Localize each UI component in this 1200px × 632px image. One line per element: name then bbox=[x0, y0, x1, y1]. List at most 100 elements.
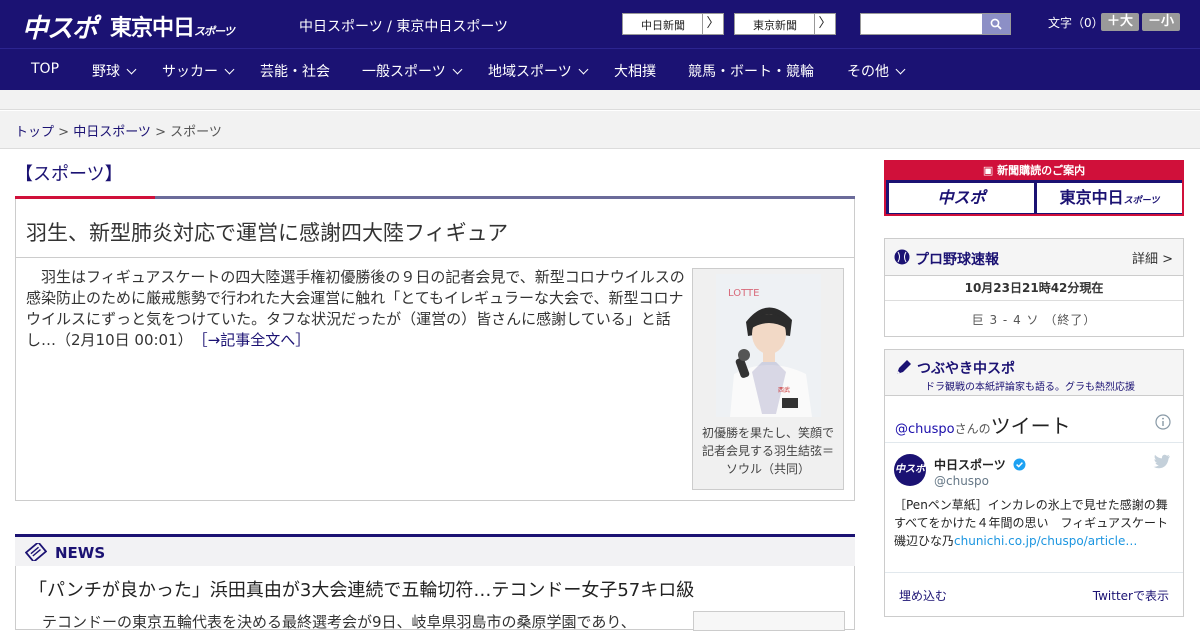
newspaper-icon: ▣ bbox=[982, 164, 998, 177]
score-timestamp: 10月23日21時42分現在 bbox=[964, 281, 1104, 295]
nav-item-general-sports[interactable]: 一般スポーツ bbox=[362, 61, 463, 81]
subscribe-chuspo-button[interactable]: 中スポ bbox=[889, 183, 1034, 213]
article-summary: 羽生はフィギュアスケートの四大陸選手権初優勝後の９日の記者会見で、新型コロナウイ… bbox=[26, 267, 686, 351]
tweet-text: ［Penペン草紙］インカレの氷上で見せた感謝の舞 すべてをかけた４年間の思い フ… bbox=[894, 496, 1180, 550]
avatar[interactable]: 中スポ bbox=[894, 454, 926, 486]
divider bbox=[885, 572, 1183, 573]
pen-icon bbox=[897, 360, 911, 374]
subscription-banner-label: 新聞購読のご案内 bbox=[997, 164, 1086, 177]
nav-item-label: 競馬・ボート・競輪 bbox=[688, 64, 814, 80]
divider bbox=[885, 442, 1183, 443]
top-header: 中スポ 東京中日スポーツ 中日スポーツ / 東京中日スポーツ 中日新聞 〉 東京… bbox=[0, 0, 1200, 48]
nav-item-sumo[interactable]: 大相撲 bbox=[614, 61, 656, 81]
baseball-scoreboard: プロ野球速報 詳細 > 10月23日21時42分現在 巨 3 - 4 ソ （終了… bbox=[884, 238, 1184, 337]
chevron-down-icon bbox=[452, 64, 463, 75]
news-list: 「パンチが良かった」浜田真由が3大会連続で五輪切符…テコンドー女子57キロ級 テ… bbox=[15, 566, 855, 631]
game-score[interactable]: 巨 3 - 4 ソ （終了） bbox=[885, 311, 1183, 328]
view-on-twitter-link[interactable]: Twitterで表示 bbox=[1093, 587, 1169, 604]
nav-item-label: サッカー bbox=[162, 64, 218, 80]
nav-item-racing[interactable]: 競馬・ボート・競輪 bbox=[688, 61, 814, 81]
news-label: NEWS bbox=[55, 544, 106, 562]
article-title[interactable]: 羽生、新型肺炎対応で運営に感謝四大陸フィギュア bbox=[26, 217, 508, 247]
verified-badge-icon bbox=[1013, 458, 1026, 471]
news-item-thumbnail[interactable] bbox=[693, 611, 845, 631]
nav-item-label: 地域スポーツ bbox=[488, 64, 572, 80]
search-input[interactable] bbox=[860, 13, 1011, 35]
nav-item-baseball[interactable]: 野球 bbox=[92, 61, 137, 81]
twitter-widget: つぶやき中スポ ドラ観戦の本紙評論家も語る。グラも熱烈応援 @chuspoさんの… bbox=[884, 349, 1184, 617]
breadcrumb-chunichi[interactable]: 中日スポーツ bbox=[73, 125, 151, 140]
chevron-right-icon: 〉 bbox=[702, 14, 723, 34]
main-nav: TOP 野球 サッカー 芸能・社会 一般スポーツ 地域スポーツ 大相撲 競馬・ボ… bbox=[0, 48, 1200, 90]
tweet-author-handle[interactable]: @chuspo bbox=[934, 474, 989, 488]
article-photo[interactable]: LOTTE 西武 bbox=[716, 274, 821, 417]
skater-photo-icon: LOTTE 西武 bbox=[716, 274, 821, 417]
twitter-widget-header: つぶやき中スポ ドラ観戦の本紙評論家も語る。グラも熱烈応援 bbox=[885, 350, 1183, 396]
twitter-handle-link[interactable]: @chuspo bbox=[895, 422, 955, 437]
font-size-label: 文字（0） bbox=[1048, 16, 1104, 30]
news-item-title[interactable]: 「パンチが良かった」浜田真由が3大会連続で五輪切符…テコンドー女子57キロ級 bbox=[29, 576, 694, 602]
news-section-header: NEWS bbox=[15, 534, 855, 566]
tokyo-chunichi-logo-text: 東京中日 bbox=[110, 16, 195, 41]
section-title: 【スポーツ】 bbox=[15, 164, 123, 185]
twitter-bird-icon[interactable] bbox=[1153, 454, 1171, 469]
font-larger-button[interactable]: ＋大 bbox=[1101, 13, 1139, 31]
info-icon[interactable] bbox=[1155, 414, 1171, 430]
baseball-scoreboard-header: プロ野球速報 詳細 > bbox=[885, 239, 1183, 276]
nav-item-top[interactable]: TOP bbox=[31, 61, 59, 77]
breadcrumb-separator: > bbox=[54, 125, 74, 140]
nav-item-label: その他 bbox=[847, 64, 889, 80]
read-more-link[interactable]: ［→記事全文へ］ bbox=[200, 331, 310, 349]
tokyo-chunichi-logo-small: スポーツ bbox=[194, 25, 235, 38]
chunichi-shimbun-label: 中日新聞 bbox=[641, 19, 685, 32]
header-gap bbox=[0, 90, 1200, 110]
tokyo-shimbun-button[interactable]: 東京新聞 〉 bbox=[734, 13, 836, 35]
breadcrumb-current: スポーツ bbox=[170, 125, 222, 140]
site-title[interactable]: 中日スポーツ / 東京中日スポーツ bbox=[299, 16, 508, 36]
nav-item-label: TOP bbox=[31, 61, 60, 77]
chevron-down-icon bbox=[224, 64, 235, 75]
subscribe-tokyo-chunichi-button[interactable]: 東京中日スポーツ bbox=[1037, 183, 1182, 213]
subscription-banner[interactable]: ▣ 新聞購読のご案内 中スポ 東京中日スポーツ bbox=[884, 160, 1184, 216]
nav-item-local-sports[interactable]: 地域スポーツ bbox=[488, 61, 589, 81]
tokyo-chunichi-logo[interactable]: 東京中日スポーツ bbox=[110, 10, 235, 42]
tweets-by-heading: @chuspoさんのツイート bbox=[895, 410, 1071, 439]
breadcrumb-top[interactable]: トップ bbox=[15, 125, 54, 140]
top-article: 羽生、新型肺炎対応で運営に感謝四大陸フィギュア 羽生はフィギュアスケートの四大陸… bbox=[15, 199, 855, 501]
breadcrumb: トップ > 中日スポーツ > スポーツ bbox=[15, 121, 222, 140]
tokyo-shimbun-label: 東京新聞 bbox=[753, 19, 797, 32]
newspaper-icon bbox=[25, 543, 47, 561]
font-smaller-button[interactable]: －小 bbox=[1142, 13, 1180, 31]
svg-text:西武: 西武 bbox=[778, 386, 790, 394]
nav-item-soccer[interactable]: サッカー bbox=[162, 61, 235, 81]
article-header: 羽生、新型肺炎対応で運営に感謝四大陸フィギュア bbox=[16, 199, 854, 258]
scoreboard-detail-link[interactable]: 詳細 > bbox=[1132, 248, 1173, 267]
tweets-label: ツイート bbox=[990, 414, 1071, 438]
breadcrumb-separator: > bbox=[150, 125, 171, 140]
article-body: 羽生はフィギュアスケートの四大陸選手権初優勝後の９日の記者会見で、新型コロナウイ… bbox=[26, 268, 685, 349]
nav-item-other[interactable]: その他 bbox=[847, 61, 906, 81]
search-button[interactable] bbox=[982, 14, 1010, 34]
chevron-right-icon: 〉 bbox=[814, 14, 835, 34]
chuspo-logo[interactable]: 中スポ bbox=[22, 8, 98, 45]
embed-link[interactable]: 埋め込む bbox=[899, 587, 947, 604]
nav-item-label: 大相撲 bbox=[614, 64, 656, 80]
baseball-scoreboard-title: プロ野球速報 bbox=[915, 252, 999, 268]
chunichi-shimbun-button[interactable]: 中日新聞 〉 bbox=[622, 13, 724, 35]
tweet-author-label: 中日スポーツ bbox=[934, 458, 1006, 472]
tweet-link[interactable]: chunichi.co.jp/chuspo/article… bbox=[954, 534, 1137, 548]
twitter-widget-subtitle: ドラ観戦の本紙評論家も語る。グラも熱烈応援 bbox=[925, 382, 1135, 393]
nav-item-label: 野球 bbox=[92, 64, 120, 80]
tweet-author-name[interactable]: 中日スポーツ bbox=[934, 456, 1026, 473]
baseball-icon bbox=[894, 249, 910, 265]
news-item-summary: テコンドーの東京五輪代表を決める最終選考会が9日、岐阜県羽島市の桑原学園であり、 bbox=[42, 613, 636, 631]
nav-item-label: 一般スポーツ bbox=[362, 64, 446, 80]
chevron-down-icon bbox=[895, 64, 906, 75]
subscription-banner-title: ▣ 新聞購読のご案内 bbox=[886, 162, 1182, 180]
subscribe-tokyo-small: スポーツ bbox=[1123, 196, 1160, 206]
nav-item-entertainment[interactable]: 芸能・社会 bbox=[260, 61, 330, 81]
subscribe-tokyo-label: 東京中日 bbox=[1059, 188, 1124, 207]
chevron-down-icon bbox=[578, 64, 589, 75]
article-photo-box: LOTTE 西武 初優勝を果たし、笑顔で記者会見する羽生結弦＝ソウル（共同） bbox=[692, 268, 844, 490]
search-icon bbox=[990, 18, 1002, 30]
